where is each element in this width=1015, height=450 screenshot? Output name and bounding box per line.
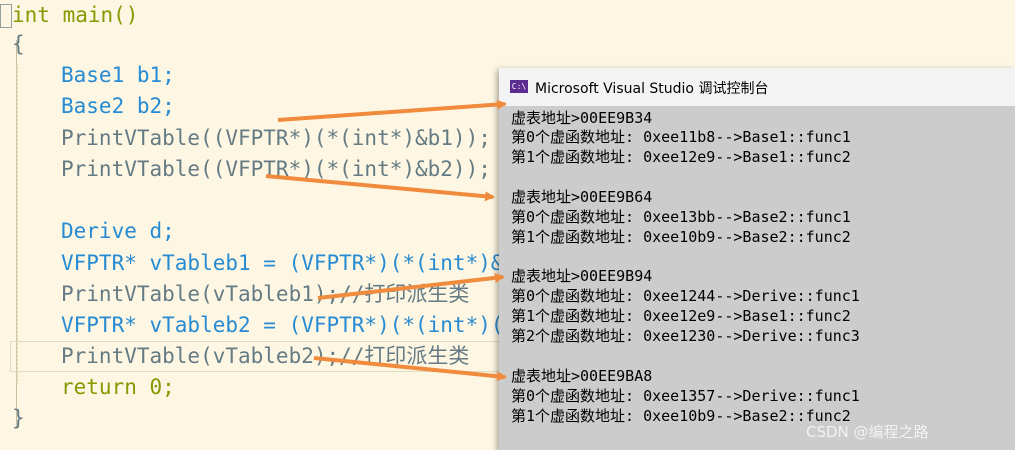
console-line: 虚表地址>00EE9BA8	[511, 367, 653, 385]
console-app-icon: C:\	[510, 80, 528, 93]
code-line-text: Base1 b1;	[61, 63, 175, 87]
code-line-text: Derive d;	[61, 219, 175, 243]
code-line-text: PrintVTable((VFPTR*)(*(int*)&b2));	[61, 157, 491, 181]
code-line-text: int main()	[12, 3, 139, 27]
code-line-text: {	[12, 32, 25, 56]
code-line-text: VFPTR* vTableb1 = (VFPTR*)(*(int*)&	[61, 251, 504, 275]
code-line-derive: Derive d;	[61, 216, 175, 247]
console-line: 第0个虚函数地址: 0xee11b8-->Base1::func1	[511, 128, 851, 146]
console-line: 第1个虚函数地址: 0xee10b9-->Base2::func2	[511, 228, 851, 246]
code-line-text: PrintVTable((VFPTR*)(*(int*)&b1));	[61, 126, 491, 150]
console-line: 第0个虚函数地址: 0xee1357-->Derive::func1	[511, 387, 860, 405]
code-line-base1: Base1 b1;	[61, 60, 175, 91]
console-titlebar[interactable]: C:\ Microsoft Visual Studio 调试控制台	[499, 68, 1015, 106]
code-line-print-vtableb1: PrintVTable(vTableb1);//打印派生类	[61, 279, 469, 310]
code-line-open-brace: {	[12, 29, 25, 60]
console-line: 第1个虚函数地址: 0xee12e9-->Base1::func2	[511, 307, 851, 325]
console-line: 虚表地址>00EE9B64	[511, 188, 653, 206]
code-line-print-vtableb2: PrintVTable(vTableb2);//打印派生类	[61, 341, 469, 372]
code-line-text: Base2 b2;	[61, 94, 175, 118]
csdn-watermark: CSDN @编程之路	[806, 423, 929, 441]
code-line-close-brace: }	[12, 403, 25, 434]
console-line: 虚表地址>00EE9B34	[511, 109, 653, 127]
code-line-text: }	[12, 406, 25, 430]
fold-toggle-icon[interactable]	[0, 4, 12, 28]
console-line: 虚表地址>00EE9B94	[511, 267, 653, 285]
console-title: Microsoft Visual Studio 调试控制台	[535, 81, 769, 97]
debug-console-window[interactable]: C:\ Microsoft Visual Studio 调试控制台 虚表地址>0…	[499, 68, 1015, 450]
code-line-text: PrintVTable(vTableb2);//打印派生类	[61, 344, 470, 368]
code-line-print-b1: PrintVTable((VFPTR*)(*(int*)&b1));	[61, 123, 491, 154]
code-line-print-b2: PrintVTable((VFPTR*)(*(int*)&b2));	[61, 154, 491, 185]
console-line: 第1个虚函数地址: 0xee12e9-->Base1::func2	[511, 148, 851, 166]
code-line-return: return 0;	[61, 372, 175, 403]
code-line-main: int main()	[12, 0, 138, 31]
code-line-text: VFPTR* vTableb2 = (VFPTR*)(*(int*)(	[61, 313, 504, 337]
console-line: 第1个虚函数地址: 0xee10b9-->Base2::func2	[511, 407, 851, 425]
code-line-text: return 0;	[61, 375, 175, 399]
console-line: 第0个虚函数地址: 0xee1244-->Derive::func1	[511, 287, 860, 305]
console-line: 第2个虚函数地址: 0xee1230-->Derive::func3	[511, 327, 860, 345]
code-line-vtableb1: VFPTR* vTableb1 = (VFPTR*)(*(int*)&	[61, 248, 504, 279]
code-line-vtableb2: VFPTR* vTableb2 = (VFPTR*)(*(int*)(	[61, 310, 504, 341]
indent-guide-dotted	[16, 64, 18, 384]
console-line: 第0个虚函数地址: 0xee13bb-->Base2::func1	[511, 208, 851, 226]
code-line-base2: Base2 b2;	[61, 91, 175, 122]
code-line-text: PrintVTable(vTableb1);//打印派生类	[61, 282, 470, 306]
